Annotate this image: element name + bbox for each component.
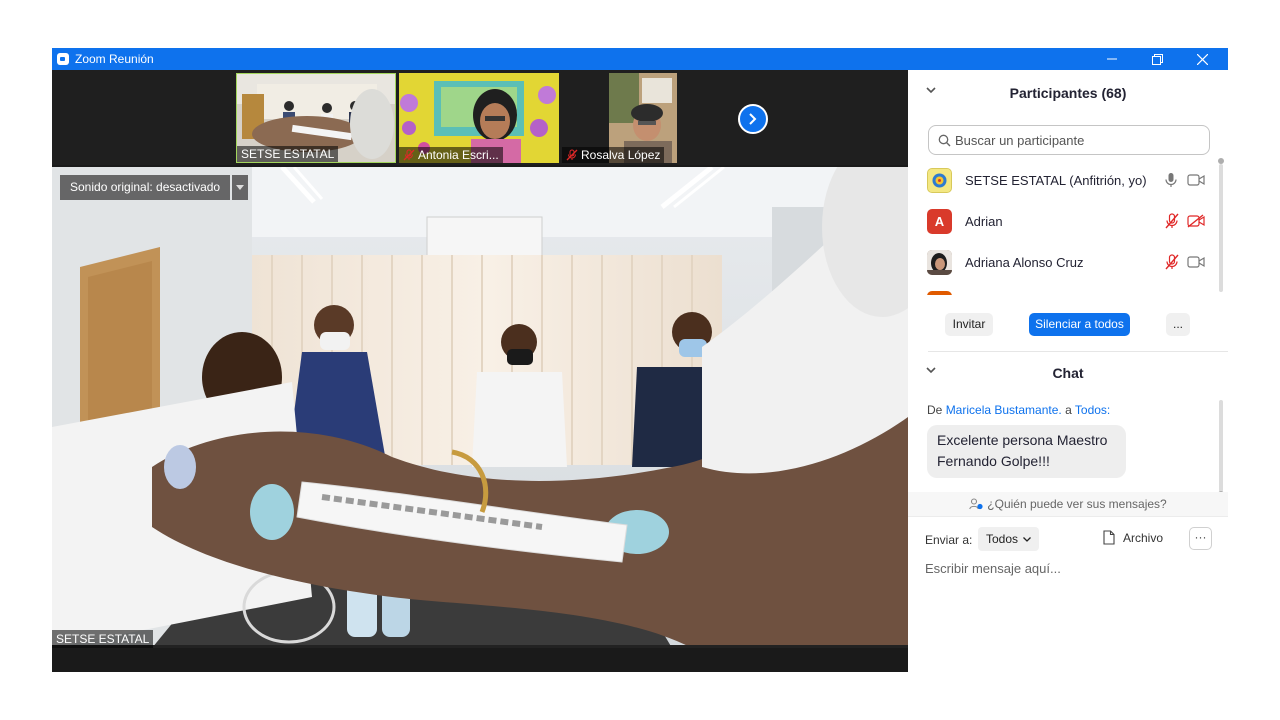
avatar-initial: A: [934, 214, 945, 229]
file-icon: [1103, 530, 1115, 545]
profile-photo: [927, 250, 952, 275]
chat-message-input[interactable]: [925, 558, 1215, 578]
scrollbar-track: [1219, 400, 1223, 492]
sound-options-dropdown[interactable]: [232, 175, 249, 200]
original-sound-toggle[interactable]: Sonido original: desactivado: [60, 175, 231, 200]
zoom-window: Zoom Reunión SETSE ESTATAL Antonia Escri…: [52, 48, 1228, 672]
title-bar: Zoom Reunión: [52, 48, 1228, 70]
organization-logo-icon: [928, 169, 951, 192]
chat-title: Chat: [1052, 365, 1084, 381]
participant-name: Adriana Alonso Cruz: [965, 255, 1084, 270]
side-panel: Participantes (68) SETSE ESTATAL (Anfitr…: [908, 70, 1228, 672]
participant-row[interactable]: [908, 283, 1220, 295]
video-off-icon[interactable]: [1187, 214, 1205, 228]
speaker-name-label: SETSE ESTATAL: [52, 630, 154, 648]
participant-name: Adrian: [965, 214, 1003, 229]
thumbnail-name-text: Antonia Escri...: [418, 148, 499, 162]
avatar: [927, 291, 952, 295]
file-label: Archivo: [1123, 530, 1164, 545]
video-area: SETSE ESTATAL Antonia Escri... Rosalva L…: [52, 70, 908, 672]
participant-row[interactable]: SETSE ESTATAL (Anfitrión, yo): [908, 160, 1220, 201]
thumbnail-strip: SETSE ESTATAL Antonia Escri... Rosalva L…: [52, 70, 908, 165]
message-visibility-text: ¿Quién puede ver sus mensajes?: [987, 497, 1167, 511]
thumbnail-name: Antonia Escri...: [399, 147, 503, 163]
scrollbar-thumb[interactable]: [1218, 158, 1224, 164]
restore-button[interactable]: [1134, 48, 1180, 70]
participant-row[interactable]: A Adrian: [908, 201, 1220, 242]
chat-message-line: Fernando Golpe!!!: [937, 453, 1050, 469]
window-title: Zoom Reunión: [75, 52, 154, 66]
muted-mic-icon: [403, 149, 415, 161]
participant-row[interactable]: Adriana Alonso Cruz: [908, 242, 1220, 283]
sound-option-control[interactable]: Sonido original: desactivado: [60, 175, 249, 200]
chat-more-button[interactable]: ···: [1189, 527, 1212, 550]
video-camera-icon[interactable]: [1187, 255, 1205, 269]
video-thumbnail[interactable]: SETSE ESTATAL: [236, 73, 396, 163]
restore-icon: [1151, 53, 1163, 65]
section-divider: [928, 351, 1228, 352]
participant-search-input[interactable]: [955, 131, 1195, 149]
avatar: [927, 168, 952, 193]
send-to-label: Enviar a:: [925, 533, 973, 547]
next-page-button[interactable]: [738, 104, 768, 134]
mute-all-button[interactable]: Silenciar a todos: [1029, 313, 1130, 336]
participants-more-button[interactable]: ...: [1166, 313, 1190, 336]
message-visibility-info[interactable]: ¿Quién puede ver sus mensajes?: [908, 492, 1228, 517]
video-thumbnail[interactable]: Antonia Escri...: [399, 73, 559, 163]
caret-down-icon: [236, 185, 245, 190]
scrollbar-track: [1219, 164, 1223, 292]
minimize-button[interactable]: [1089, 48, 1135, 70]
send-to-dropdown[interactable]: Todos: [978, 527, 1040, 551]
muted-mic-icon[interactable]: [1164, 213, 1180, 229]
chevron-right-icon: [749, 113, 757, 125]
participant-search[interactable]: [928, 125, 1210, 155]
chat-header: Chat: [908, 358, 1228, 388]
chat-message-line: Excelente persona Maestro: [937, 432, 1108, 448]
chat-message-header: De Maricela Bustamante. a Todos:: [927, 403, 1110, 417]
chevron-down-icon: [1023, 536, 1031, 542]
person-info-icon: [969, 498, 983, 510]
file-button[interactable]: Archivo: [1103, 530, 1163, 545]
main-speaker-video: Sonido original: desactivado SETSE ESTAT…: [52, 167, 908, 648]
invite-button[interactable]: Invitar: [945, 313, 993, 336]
search-icon: [938, 134, 951, 147]
participants-header: Participantes (68): [908, 78, 1228, 108]
participants-title: Participantes (68): [1009, 85, 1127, 101]
send-to-value: Todos: [986, 532, 1019, 546]
video-camera-icon[interactable]: [1187, 173, 1205, 187]
avatar: [927, 250, 952, 275]
participant-list: SETSE ESTATAL (Anfitrión, yo) A Adrian A…: [908, 160, 1220, 295]
video-thumbnail[interactable]: Rosalva López: [562, 73, 722, 163]
chat-to-label: a: [1065, 403, 1072, 417]
close-icon: [1196, 53, 1208, 65]
thumbnail-name-text: Rosalva López: [581, 148, 661, 162]
speaker-video-image: [52, 167, 908, 648]
microphone-icon[interactable]: [1164, 172, 1178, 188]
chat-recipient: Todos:: [1074, 403, 1111, 417]
thumbnail-name-text: SETSE ESTATAL: [241, 147, 335, 161]
chat-scrollbar[interactable]: [1218, 400, 1224, 540]
close-button[interactable]: [1179, 48, 1225, 70]
avatar: A: [927, 209, 952, 234]
participant-scrollbar[interactable]: [1218, 158, 1224, 298]
chat-prefix: De: [927, 403, 943, 417]
chat-message-bubble: Excelente persona Maestro Fernando Golpe…: [927, 425, 1126, 478]
thumbnail-name: SETSE ESTATAL: [237, 146, 339, 162]
muted-mic-icon: [566, 149, 578, 161]
thumbnail-name: Rosalva López: [562, 147, 665, 163]
minimize-icon: [1107, 58, 1117, 60]
chat-sender[interactable]: Maricela Bustamante.: [946, 403, 1062, 417]
zoom-app-icon: [57, 53, 69, 65]
muted-mic-icon[interactable]: [1164, 254, 1180, 270]
participant-name: SETSE ESTATAL (Anfitrión, yo): [965, 173, 1147, 188]
